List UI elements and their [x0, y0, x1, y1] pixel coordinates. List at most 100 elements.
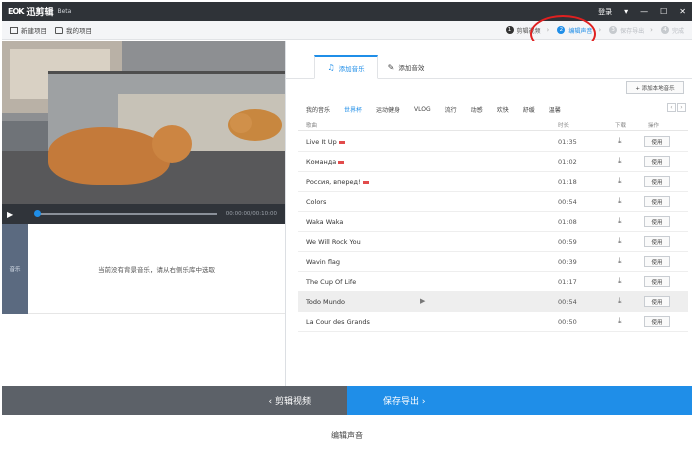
step-save-export[interactable]: 3 保存导出	[609, 26, 644, 35]
use-song-button[interactable]: 使用	[644, 136, 670, 147]
menu-icon[interactable]: ▾	[624, 7, 628, 16]
tab-add-sound-effect[interactable]: ✎ 添加音效	[378, 55, 434, 79]
song-row[interactable]: Waka Waka 01:08 ⤓ 使用	[298, 212, 688, 232]
tab-add-music[interactable]: ♫ 添加音乐	[314, 55, 378, 79]
song-table-header: 歌曲 时长 下载 操作	[298, 119, 688, 131]
download-icon[interactable]: ⤓	[618, 156, 622, 166]
use-song-button[interactable]: 使用	[644, 176, 670, 187]
music-note-icon: ♫	[327, 63, 335, 72]
step-number: 1	[505, 26, 514, 34]
category-item[interactable]: 动感	[471, 105, 483, 114]
video-scene-puppy-head	[152, 125, 192, 163]
download-icon[interactable]: ⤓	[618, 276, 622, 286]
song-row[interactable]: Команда 01:02 ⤓ 使用	[298, 152, 688, 172]
song-row[interactable]: La Cour des Grands 00:50 ⤓ 使用	[298, 312, 688, 332]
play-preview-icon[interactable]: ▶	[420, 297, 425, 305]
my-projects-button[interactable]: 我的项目	[55, 25, 92, 35]
category-item[interactable]: 欢快	[497, 105, 509, 114]
use-song-button[interactable]: 使用	[644, 296, 670, 307]
pager-prev-button[interactable]: ‹	[667, 103, 676, 112]
song-name: The Cup Of Life	[306, 278, 356, 286]
progress-bar[interactable]	[34, 210, 217, 217]
play-icon[interactable]: ▶	[7, 210, 23, 219]
my-projects-label: 我的项目	[66, 27, 92, 35]
song-row[interactable]: Colors 00:54 ⤓ 使用	[298, 192, 688, 212]
song-row[interactable]: Wavin flag 00:39 ⤓ 使用	[298, 252, 688, 272]
step-number: 2	[557, 26, 566, 34]
new-project-label: 新建项目	[21, 27, 47, 35]
step-edit-audio[interactable]: 2 编辑声音	[557, 26, 592, 35]
app-logo: EOK 迅剪辑 Beta	[8, 5, 71, 18]
use-song-button[interactable]: 使用	[644, 316, 670, 327]
login-button[interactable]: 登录	[598, 7, 612, 17]
new-project-button[interactable]: 新建项目	[10, 25, 47, 35]
save-export-button[interactable]: 保存导出 ›	[347, 386, 692, 415]
song-title: Россия, вперед!	[306, 178, 361, 186]
download-icon[interactable]: ⤓	[618, 196, 622, 206]
toolbar: 新建项目 我的项目 1 剪辑视频 › 2 编辑声音 › 3 保存导出 › 4 完…	[2, 21, 692, 40]
step-label: 编辑声音	[568, 27, 593, 35]
song-title: Todo Mundo	[306, 298, 345, 306]
progress-knob[interactable]	[34, 210, 41, 217]
minimize-icon[interactable]: —	[640, 7, 648, 16]
column-header-action: 操作	[648, 123, 660, 129]
music-track-label: 音乐	[2, 224, 28, 314]
library-tabs: ♫ 添加音乐 ✎ 添加音效	[286, 41, 692, 79]
song-row[interactable]: Todo Mundo ▶ 00:54 ⤓ 使用	[298, 292, 688, 312]
use-song-button[interactable]: 使用	[644, 236, 670, 247]
maximize-icon[interactable]: ☐	[660, 7, 667, 16]
song-row[interactable]: Россия, вперед! 01:18 ⤓ 使用	[298, 172, 688, 192]
song-title: Waka Waka	[306, 218, 344, 226]
use-song-button[interactable]: 使用	[644, 196, 670, 207]
song-row[interactable]: The Cup Of Life 01:17 ⤓ 使用	[298, 272, 688, 292]
song-name: Wavin flag	[306, 258, 340, 266]
song-title: Live It Up	[306, 138, 337, 146]
title-bar: EOK 迅剪辑 Beta 登录 ▾ — ☐ ✕	[2, 2, 692, 21]
timeline-blank-area	[2, 314, 285, 386]
step-label: 剪辑视频	[516, 27, 541, 35]
video-preview[interactable]	[2, 41, 285, 204]
use-song-button[interactable]: 使用	[644, 276, 670, 287]
use-song-button[interactable]: 使用	[644, 256, 670, 267]
pager-next-button[interactable]: ›	[677, 103, 686, 112]
song-duration: 01:18	[558, 178, 577, 186]
back-to-edit-video-button[interactable]: ‹ 剪辑视频	[2, 386, 347, 415]
step-done[interactable]: 4 完成	[660, 26, 684, 35]
song-row[interactable]: Live It Up 01:35 ⤓ 使用	[298, 132, 688, 152]
use-song-button[interactable]: 使用	[644, 216, 670, 227]
music-library-panel: ♫ 添加音乐 ✎ 添加音效 + 添加本地音乐 我的音乐 世界杯 运动健身 VLOG 流行…	[286, 41, 692, 386]
download-icon[interactable]: ⤓	[618, 216, 622, 226]
song-title: The Cup Of Life	[306, 278, 357, 286]
song-duration: 00:59	[558, 238, 577, 246]
category-item[interactable]: 流行	[445, 105, 457, 114]
step-number: 3	[609, 26, 618, 34]
step-separator: ›	[546, 26, 550, 34]
add-local-music-button[interactable]: + 添加本地音乐	[626, 81, 684, 94]
close-icon[interactable]: ✕	[679, 7, 686, 16]
category-item[interactable]: 温馨	[549, 105, 561, 114]
step-edit-video[interactable]: 1 剪辑视频	[505, 26, 541, 35]
song-title: Wavin flag	[306, 258, 341, 266]
download-icon[interactable]: ⤓	[618, 176, 622, 186]
download-icon[interactable]: ⤓	[618, 236, 622, 246]
download-icon[interactable]: ⤓	[618, 316, 622, 326]
use-song-button[interactable]: 使用	[644, 156, 670, 167]
step-separator: ›	[650, 26, 653, 34]
song-duration: 00:54	[558, 198, 577, 206]
category-item[interactable]: 舒缓	[523, 105, 535, 114]
sound-effect-icon: ✎	[387, 62, 395, 72]
song-duration: 01:35	[558, 138, 577, 146]
song-duration: 01:08	[558, 218, 577, 226]
beta-badge: Beta	[57, 8, 72, 15]
category-item[interactable]: 运动健身	[376, 105, 400, 114]
tab-label: 添加音效	[398, 64, 425, 72]
download-icon[interactable]: ⤓	[618, 256, 622, 266]
download-icon[interactable]: ⤓	[618, 136, 622, 146]
category-item[interactable]: 我的音乐	[306, 105, 330, 114]
download-icon[interactable]: ⤓	[618, 296, 622, 306]
song-row[interactable]: We Will Rock You 00:59 ⤓ 使用	[298, 232, 688, 252]
song-title: Команда	[306, 158, 337, 166]
category-item[interactable]: VLOG	[414, 106, 431, 113]
category-item[interactable]: 世界杯	[344, 105, 362, 114]
category-pager: ‹ ›	[666, 103, 686, 112]
